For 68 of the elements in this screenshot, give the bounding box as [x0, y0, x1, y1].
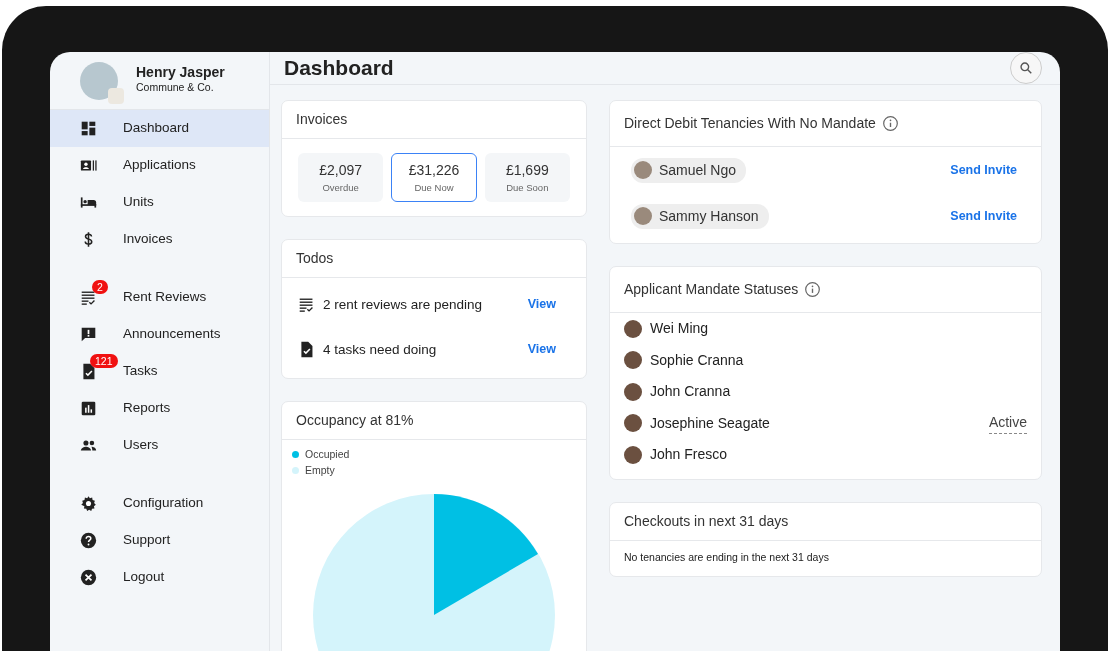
- sidebar-item[interactable]: Announcements: [50, 316, 269, 353]
- bar-chart-icon: [80, 400, 97, 417]
- sidebar-item[interactable]: Support: [50, 522, 269, 559]
- close-icon: [80, 569, 97, 586]
- legend-label: Occupied: [305, 447, 350, 463]
- view-link[interactable]: View: [527, 295, 556, 315]
- view-link[interactable]: View: [527, 340, 556, 360]
- checklist-icon: [298, 296, 315, 314]
- send-invite-link[interactable]: Send Invite: [950, 206, 1017, 226]
- company-name: Commune & Co.: [136, 80, 215, 96]
- search-icon: [1019, 61, 1033, 75]
- checklist-icon: [80, 289, 97, 306]
- user-name: Henry Jasper: [136, 64, 225, 81]
- invoice-summary-tile[interactable]: £2,097 Overdue: [298, 153, 384, 203]
- empty-message: No tenancies are ending in the next 31 days: [623, 549, 830, 565]
- sidebar-item[interactable]: Invoices: [50, 221, 269, 258]
- sidebar-item[interactable]: Users: [50, 427, 269, 464]
- applicant-name: John Fresco: [650, 445, 728, 465]
- sidebar-item[interactable]: Applications: [50, 147, 269, 184]
- help-icon: [80, 532, 97, 549]
- announcement-icon: [80, 326, 97, 343]
- avatar-circle: [634, 207, 652, 225]
- dashboard-icon: [80, 120, 97, 137]
- person-name: Samuel Ngo: [659, 160, 737, 180]
- person-name: Sammy Hanson: [659, 206, 759, 226]
- count-badge: 121: [90, 354, 118, 368]
- card-title: Applicant Mandate Statuses: [624, 280, 799, 299]
- card-title: Direct Debit Tenancies With No Mandate: [624, 114, 876, 133]
- count-badge: 2: [92, 280, 108, 294]
- invoice-summary-tile[interactable]: £31,226 Due Now: [391, 153, 477, 203]
- avatar-circle: [624, 445, 642, 464]
- task-document-icon: [80, 363, 97, 380]
- task-document-icon: [298, 341, 315, 359]
- id-card-icon: [80, 157, 97, 174]
- applicant-name: Sophie Cranna: [650, 350, 744, 370]
- invoice-summary-tile[interactable]: £1,699 Due Soon: [484, 153, 570, 203]
- bed-icon: [80, 194, 97, 211]
- applicant-name: Josephine Seagate: [650, 413, 770, 433]
- applicant-name: John Cranna: [650, 382, 731, 402]
- search-button[interactable]: [1010, 52, 1042, 84]
- card-title: Todos: [296, 249, 334, 269]
- settings-icon: [80, 495, 97, 512]
- todo-text: 2 rent reviews are pending: [323, 295, 483, 314]
- applicant-name: Wei Ming: [650, 319, 709, 339]
- sidebar-item[interactable]: Logout: [50, 559, 269, 596]
- todo-text: 4 tasks need doing: [323, 340, 437, 359]
- sidebar-item[interactable]: Reports: [50, 390, 269, 427]
- sidebar-item[interactable]: Units: [50, 184, 269, 221]
- sidebar-item[interactable]: Rent Reviews 2: [50, 279, 269, 316]
- avatar-circle: [624, 319, 642, 338]
- send-invite-link[interactable]: Send Invite: [950, 160, 1017, 180]
- page-title: Dashboard: [284, 55, 394, 81]
- sidebar-item[interactable]: Dashboard: [50, 110, 269, 147]
- avatar-circle: [624, 414, 642, 433]
- legend-label: Empty: [305, 463, 335, 479]
- company-logo-icon: [108, 87, 124, 104]
- avatar-circle: [634, 161, 652, 179]
- card-title: Invoices: [296, 110, 348, 129]
- avatar-circle: [624, 382, 642, 401]
- card-title: Checkouts in next 31 days: [624, 511, 789, 531]
- mandate-status: Active: [988, 412, 1027, 435]
- users-icon: [80, 437, 97, 454]
- card-title: Occupancy at 81%: [296, 411, 414, 431]
- avatar-circle: [624, 351, 642, 370]
- sidebar-item[interactable]: Tasks 121: [50, 353, 269, 390]
- info-icon[interactable]: [804, 281, 822, 298]
- info-icon[interactable]: [881, 115, 899, 132]
- sidebar-item[interactable]: Configuration: [50, 485, 269, 522]
